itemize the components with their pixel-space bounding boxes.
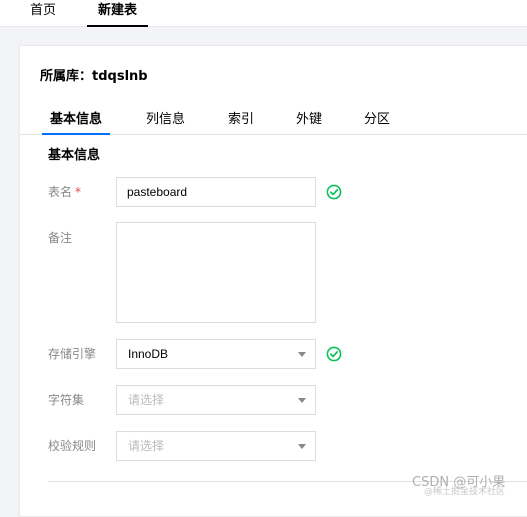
tab-new-table-label: 新建表 [98,3,138,18]
tab-partitions[interactable]: 分区 [364,111,390,129]
charset-select[interactable]: 请选择 [116,385,316,415]
collation-placeholder: 请选择 [128,439,165,453]
section-title: 基本信息 [48,148,101,163]
sub-tab-bar: 基本信息 列信息 索引 外键 分区 [20,107,527,135]
tab-home[interactable]: 首页 [30,0,56,26]
engine-value: InnoDB [128,347,169,361]
active-tab-indicator [87,25,149,27]
collation-label: 校验规则 [48,439,97,453]
comment-label: 备注 [48,231,73,245]
charset-label: 字符集 [48,393,85,407]
engine-select[interactable]: InnoDB [116,339,316,369]
charset-placeholder: 请选择 [128,393,165,407]
tab-basic-info-label: 基本信息 [50,112,103,127]
comment-textarea[interactable] [116,222,316,323]
tab-foreign-keys[interactable]: 外键 [296,111,322,129]
tab-basic-info[interactable]: 基本信息 [42,111,111,135]
database-label: 所属库：tdqslnb [40,69,148,84]
required-mark: * [75,185,82,199]
table-name-label: 表名 * [48,184,81,200]
caret-down-icon [298,352,306,357]
table-name-input[interactable]: pasteboard [116,177,316,207]
watermark-secondary: @稀土掘金技术社区 [424,487,506,497]
tab-new-table[interactable]: 新建表 [87,0,149,27]
caret-down-icon [298,444,306,449]
engine-label: 存储引擎 [48,347,97,361]
caret-down-icon [298,398,306,403]
table-name-label-text: 表名 [48,185,73,199]
tab-columns[interactable]: 列信息 [146,111,185,129]
check-circle-icon [326,346,342,362]
collation-select[interactable]: 请选择 [116,431,316,461]
active-subtab-indicator [42,133,111,135]
tab-indexes[interactable]: 索引 [228,111,254,129]
check-circle-icon [326,184,342,200]
table-name-value: pasteboard [127,185,188,199]
top-tab-bar: 首页 新建表 [0,0,527,27]
